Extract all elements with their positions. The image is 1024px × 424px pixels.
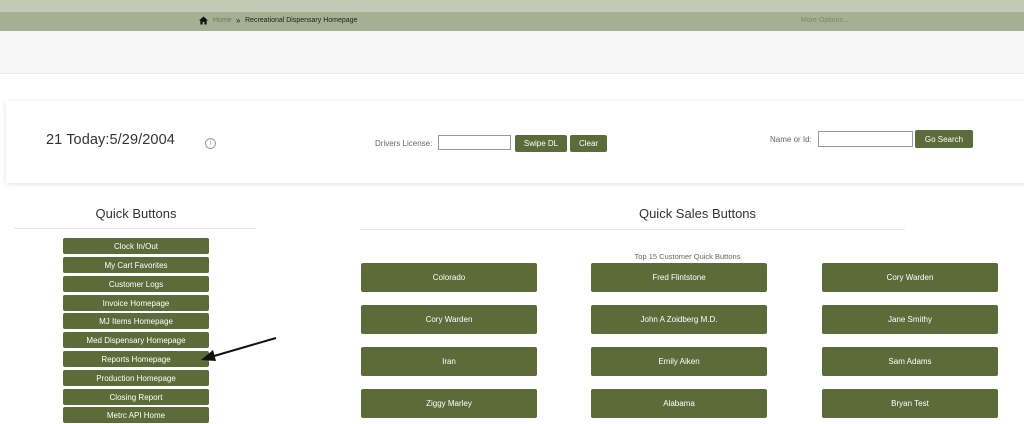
- annotation-arrow-icon: [201, 337, 277, 361]
